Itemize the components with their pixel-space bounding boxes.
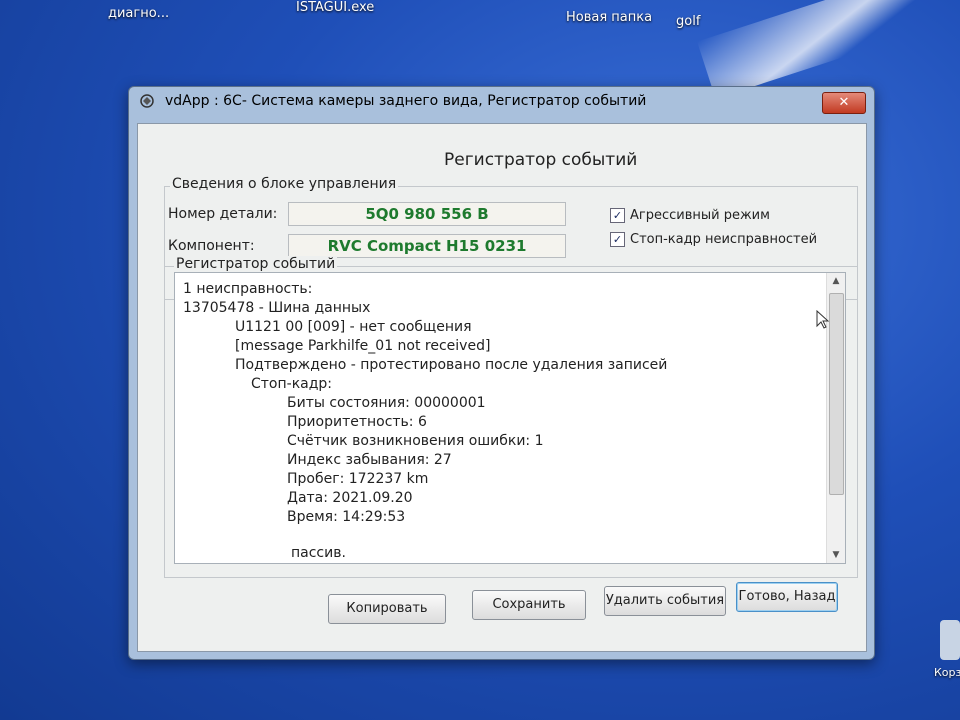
event-log-textbox[interactable]: 1 неисправность: 13705478 - Шина данных … — [174, 272, 846, 564]
freeze-frame-checkbox[interactable]: ✓ — [610, 232, 625, 247]
log-line: U1121 00 [009] - нет сообщения — [235, 319, 472, 335]
recycle-bin-icon[interactable] — [940, 620, 960, 660]
log-line: Стоп-кадр: — [251, 376, 333, 392]
window-client-area: Регистратор событий Сведения о блоке упр… — [137, 123, 867, 652]
desktop-icon-label-new-folder[interactable]: Новая папка — [566, 10, 652, 25]
close-button[interactable]: ✕ — [822, 92, 866, 114]
event-log-group-label: Регистратор событий — [174, 256, 338, 272]
title-bar[interactable]: vdApp : 6C- Система камеры заднего вида,… — [129, 87, 874, 117]
log-line: Пробег: 172237 km — [287, 471, 429, 487]
save-button[interactable]: Сохранить — [472, 590, 586, 620]
part-number-label: Номер детали: — [168, 206, 278, 222]
log-line: Дата: 2021.09.20 — [287, 490, 413, 506]
aggressive-mode-option[interactable]: ✓ Агрессивный режим — [610, 208, 770, 223]
log-line: Время: 14:29:53 — [287, 509, 406, 525]
log-line: Индекс забывания: 27 — [287, 452, 452, 468]
log-line: Биты состояния: 00000001 — [287, 395, 486, 411]
wallpaper-light-streak — [697, 0, 960, 99]
log-line: 1 неисправность: — [183, 281, 313, 297]
window-title: vdApp : 6C- Система камеры заднего вида,… — [165, 93, 647, 109]
desktop-icon-label-istagui[interactable]: ISTAGUI.exe — [296, 0, 374, 15]
page-title: Регистратор событий — [444, 150, 638, 170]
control-unit-group-label: Сведения о блоке управления — [170, 176, 399, 192]
component-field: RVC Compact H15 0231 — [288, 234, 566, 258]
mouse-cursor-icon — [816, 310, 830, 329]
log-line: Счётчик возникновения ошибки: 1 — [287, 433, 544, 449]
log-line: Приоритетность: 6 — [287, 414, 427, 430]
scroll-down-arrow-icon[interactable]: ▼ — [827, 547, 845, 563]
aggressive-mode-checkbox[interactable]: ✓ — [610, 208, 625, 223]
component-label: Компонент: — [168, 238, 255, 254]
done-back-button[interactable]: Готово, Назад — [736, 582, 838, 612]
log-line: пассив. — [291, 545, 346, 561]
log-line: [message Parkhilfe_01 not received] — [235, 338, 491, 354]
freeze-frame-option[interactable]: ✓ Стоп-кадр неисправностей — [610, 232, 817, 247]
desktop-icon-label-diag[interactable]: диагно... — [108, 6, 169, 21]
desktop-icon-label-golf[interactable]: golf — [676, 14, 700, 29]
freeze-frame-label: Стоп-кадр неисправностей — [630, 232, 818, 247]
desktop-icon-label-recycle[interactable]: Корзи — [934, 666, 960, 679]
scrollbar-thumb[interactable] — [829, 293, 844, 495]
part-number-field: 5Q0 980 556 B — [288, 202, 566, 226]
copy-button[interactable]: Копировать — [328, 594, 446, 624]
app-icon — [140, 94, 154, 108]
delete-events-button[interactable]: Удалить события — [604, 586, 726, 616]
log-line: 13705478 - Шина данных — [183, 300, 371, 316]
vdapp-window: vdApp : 6C- Система камеры заднего вида,… — [128, 86, 875, 660]
scroll-up-arrow-icon[interactable]: ▲ — [827, 273, 845, 289]
aggressive-mode-label: Агрессивный режим — [630, 208, 770, 223]
log-line: Подтверждено - протестировано после удал… — [235, 357, 668, 373]
